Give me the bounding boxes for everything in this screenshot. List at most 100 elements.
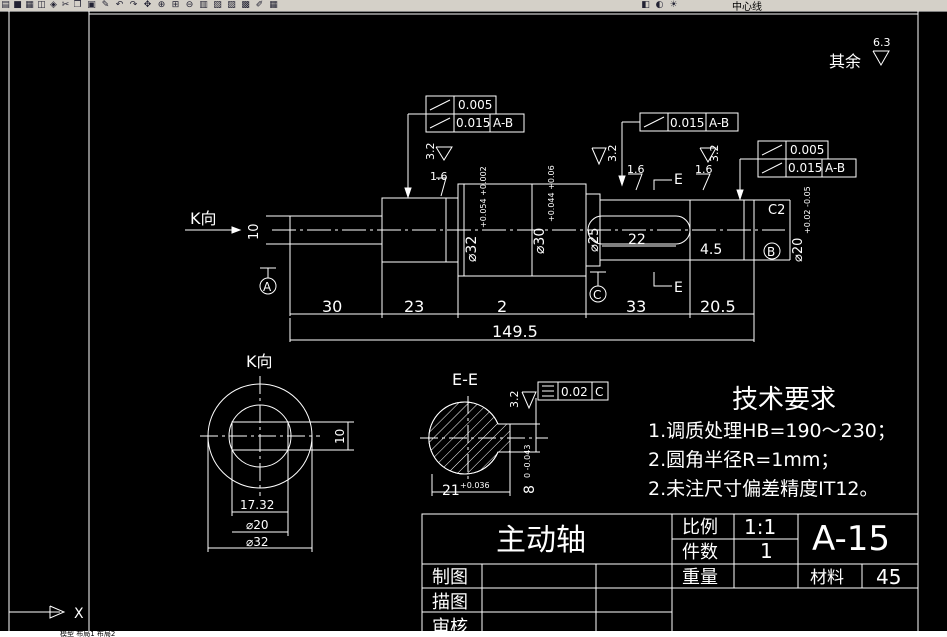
tol1-value: 0.005 <box>458 98 492 112</box>
scale-label: 比例 <box>682 517 718 538</box>
dim-d30: ⌀30 <box>532 228 548 254</box>
dim-d20-tol: +0.02 -0.05 <box>803 186 812 234</box>
dim-30: 30 <box>322 297 342 316</box>
tol6-ref: C <box>595 385 603 399</box>
drawing-canvas[interactable]: 其余 6.3 K向 10 A 30 23 2 33 20.5 149.5 ⌀32… <box>0 11 947 631</box>
k-direction-label: K向 <box>190 209 217 228</box>
dim-33: 33 <box>626 297 646 316</box>
rough-3-2-d: 3.2 <box>508 391 521 409</box>
pan-icon[interactable]: ✥ <box>142 0 153 10</box>
rough-1-6-a: 1.6 <box>430 170 448 183</box>
notes-line-1: 1.调质处理HB=190～230； <box>648 420 896 442</box>
section-e-bottom: E <box>674 280 683 296</box>
k-view-title: K向 <box>246 352 273 371</box>
ee-dim-21: 21 <box>442 483 460 499</box>
save-icon[interactable]: ■ <box>12 0 23 10</box>
section-ee-title: E-E <box>452 370 478 389</box>
check-label: 审核 <box>432 617 468 631</box>
notes-line-3: 2.未注尺寸偏差精度IT12。 <box>648 478 879 500</box>
tol2-value: 0.015 <box>456 116 490 130</box>
qty-label: 件数 <box>682 542 718 563</box>
dim-4-5: 4.5 <box>700 242 722 258</box>
tol6-value: 0.02 <box>561 385 588 399</box>
tol3-value: 0.015 <box>670 116 704 130</box>
dim-d25: ⌀25 <box>587 228 602 252</box>
ee-dim-8: 8 <box>522 485 538 494</box>
tol3-ref: A-B <box>709 116 729 130</box>
scale-value: 1:1 <box>744 515 776 539</box>
dim-d32: ⌀32 <box>464 236 480 262</box>
undo-icon[interactable]: ↶ <box>114 0 125 10</box>
material-value: 45 <box>876 565 901 589</box>
dim-20-5: 20.5 <box>700 297 736 316</box>
toolpalette-icon[interactable]: ▨ <box>226 0 237 10</box>
part-name: 主动轴 <box>496 523 586 558</box>
other-rough-label: 其余 <box>829 52 861 71</box>
other-rough-value: 6.3 <box>873 36 891 49</box>
datum-a-label: A <box>263 280 272 294</box>
properties-icon[interactable]: ▥ <box>198 0 209 10</box>
publish-icon[interactable]: ◈ <box>48 0 59 10</box>
zoom-previous-icon[interactable]: ⊖ <box>184 0 195 10</box>
layer-manager-icon[interactable]: ◧ <box>640 0 651 10</box>
layer-color-icon[interactable]: ☀ <box>668 0 679 10</box>
dim-d30-tol: +0.044 +0.06 <box>547 165 556 222</box>
notes-title: 技术要求 <box>732 385 836 415</box>
dim-d20: ⌀20 <box>791 238 806 262</box>
tol2-ref: A-B <box>493 116 513 130</box>
weight-label: 重量 <box>682 567 718 588</box>
k-view <box>200 376 354 552</box>
shaft-main-view <box>272 183 785 342</box>
print-icon[interactable]: ▦ <box>24 0 35 10</box>
dim-10-left: 10 <box>247 223 262 240</box>
dim-23: 23 <box>404 297 424 316</box>
k-dim-d20: ⌀20 <box>246 518 269 532</box>
redo-icon[interactable]: ↷ <box>128 0 139 10</box>
tol4-value: 0.005 <box>790 143 824 157</box>
open-icon[interactable]: ▤ <box>0 0 11 10</box>
paste-icon[interactable]: ▣ <box>86 0 97 10</box>
rough-3-2-a: 3.2 <box>424 143 437 161</box>
other-rough-symbol <box>872 50 890 67</box>
datum-b-label: B <box>767 245 775 259</box>
layout-tabs-bar[interactable]: 模型 布局1 布局2 <box>0 631 947 637</box>
match-icon[interactable]: ✎ <box>100 0 111 10</box>
dim-22: 22 <box>628 232 646 248</box>
k-dim-17-32: 17.32 <box>240 498 274 512</box>
designcenter-icon[interactable]: ▧ <box>212 0 223 10</box>
dim-2: 2 <box>497 297 507 316</box>
ucs-x-label: X <box>74 606 84 622</box>
sheetset-icon[interactable]: ▩ <box>240 0 251 10</box>
copy-icon[interactable]: ❐ <box>72 0 83 10</box>
rough-1-6-b: 1.6 <box>627 163 645 176</box>
tol5-ref: A-B <box>825 161 845 175</box>
zoom-window-icon[interactable]: ⊞ <box>170 0 181 10</box>
calc-icon[interactable]: ▦ <box>268 0 279 10</box>
layer-state-icon[interactable]: ◐ <box>654 0 665 10</box>
section-e-top: E <box>674 172 683 188</box>
ee-dim-8-tol: 0 -0.043 <box>523 445 532 478</box>
tol5-value: 0.015 <box>788 161 822 175</box>
k-dim-d32: ⌀32 <box>246 535 269 549</box>
rough-3-2-c: 3.2 <box>708 145 721 163</box>
ee-dim-21-tol: +0.036 <box>460 481 490 490</box>
notes-line-2: 2.圆角半径R=1mm； <box>648 449 839 471</box>
zoom-realtime-icon[interactable]: ⊕ <box>156 0 167 10</box>
markup-icon[interactable]: ✐ <box>254 0 265 10</box>
drawing-number: A-15 <box>812 519 890 559</box>
cut-icon[interactable]: ✂ <box>60 0 71 10</box>
dim-d32-tol: +0.054 +0.002 <box>479 166 488 228</box>
qty-value: 1 <box>760 539 773 563</box>
draw-label: 制图 <box>432 567 468 588</box>
layout-tabs-text[interactable]: 模型 布局1 布局2 <box>60 631 115 637</box>
trace-label: 描图 <box>432 592 468 613</box>
dim-149-5: 149.5 <box>492 322 538 341</box>
preview-icon[interactable]: ◫ <box>36 0 47 10</box>
material-label: 材料 <box>810 568 844 588</box>
datum-c-label: C <box>593 288 601 302</box>
ucs-icon <box>9 605 66 619</box>
dim-c2: C2 <box>768 203 785 218</box>
k-dim-10: 10 <box>333 429 347 444</box>
rough-3-2-b: 3.2 <box>606 145 619 163</box>
rough-1-6-c: 1.6 <box>695 163 713 176</box>
